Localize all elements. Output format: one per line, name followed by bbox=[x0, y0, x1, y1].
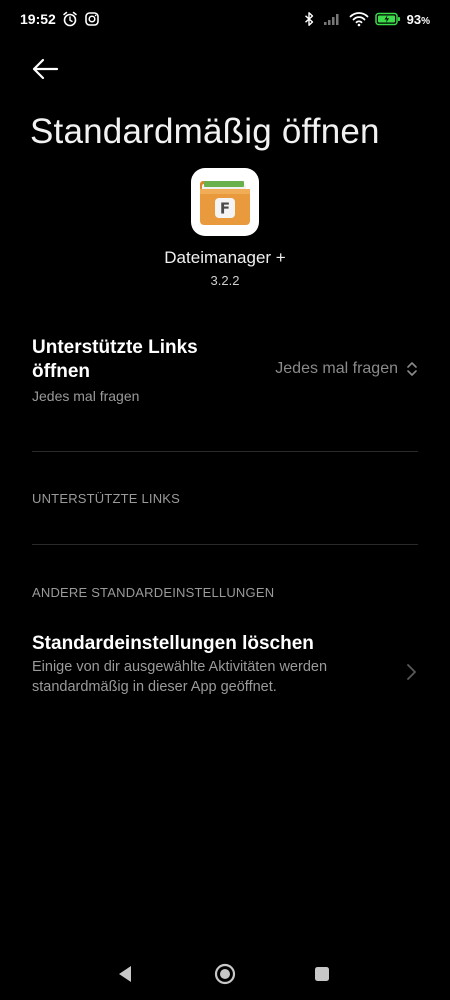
alarm-icon bbox=[63, 11, 77, 27]
nav-home-icon[interactable] bbox=[213, 962, 237, 986]
instagram-icon bbox=[85, 12, 99, 26]
divider bbox=[32, 451, 418, 452]
signal-icon bbox=[323, 14, 339, 25]
supported-links-value: Jedes mal fragen bbox=[275, 360, 398, 377]
app-version: 3.2.2 bbox=[210, 273, 240, 288]
status-left: 19:52 bbox=[20, 11, 100, 27]
status-bar: 19:52 93% bbox=[0, 0, 450, 40]
battery-unit: % bbox=[421, 15, 430, 27]
supported-links-dropdown[interactable]: Jedes mal fragen bbox=[275, 360, 418, 378]
app-icon-letter: F bbox=[220, 200, 230, 218]
supported-links-subtitle: Jedes mal fragen bbox=[32, 388, 140, 404]
chevron-right-icon bbox=[407, 664, 416, 680]
divider bbox=[32, 544, 418, 545]
app-icon: F bbox=[191, 168, 259, 236]
section-header-supported-links: UNTERSTÜTZTE LINKS bbox=[32, 491, 181, 506]
supported-links-title: Unterstützte Links öffnen bbox=[32, 337, 198, 382]
battery-level: 93% bbox=[407, 12, 430, 27]
page-title: Standardmäßig öffnen bbox=[30, 112, 380, 151]
battery-percent: 93 bbox=[406, 11, 422, 27]
navigation-bar bbox=[0, 950, 450, 1000]
back-button[interactable] bbox=[28, 54, 62, 84]
nav-recents-icon[interactable] bbox=[310, 962, 334, 986]
battery-icon bbox=[374, 12, 400, 26]
back-arrow-icon bbox=[32, 58, 59, 80]
nav-back-icon[interactable] bbox=[114, 962, 138, 986]
folder-icon: F bbox=[200, 181, 250, 225]
section-header-other-defaults: ANDERE STANDARDEINSTELLUNGEN bbox=[32, 585, 275, 600]
app-name: Dateimanager + bbox=[164, 248, 286, 267]
chevron-up-down-icon bbox=[407, 362, 417, 376]
clear-defaults-title: Standardeinstellungen löschen bbox=[32, 633, 314, 654]
clear-defaults-subtitle: Einige von dir ausgewählte Aktivitäten w… bbox=[32, 659, 328, 695]
status-time: 19:52 bbox=[20, 11, 56, 27]
wifi-icon bbox=[349, 12, 369, 27]
status-right: 93% bbox=[301, 11, 430, 27]
bluetooth-icon bbox=[304, 12, 313, 26]
